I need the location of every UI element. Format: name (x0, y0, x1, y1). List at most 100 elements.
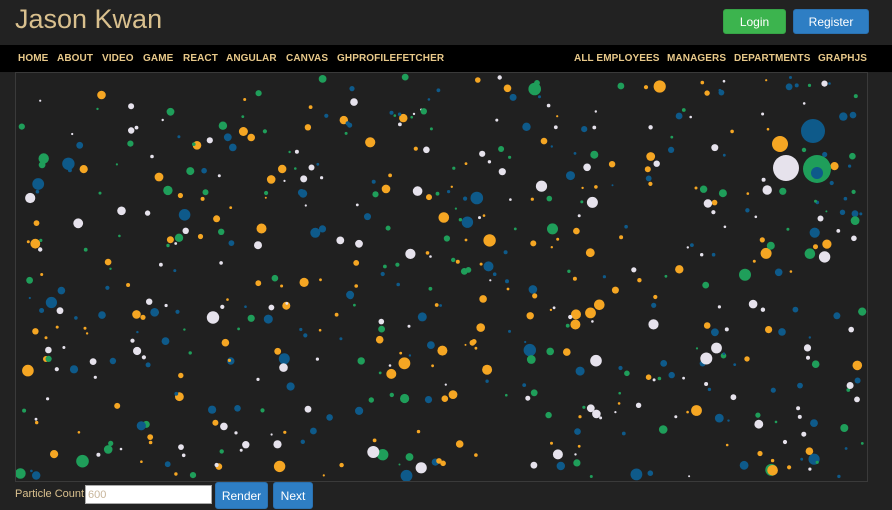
particle (479, 262, 483, 266)
particle (45, 355, 52, 362)
particle (186, 167, 195, 176)
particle (270, 433, 273, 436)
particle (132, 310, 141, 319)
particle (320, 176, 324, 180)
particle (581, 186, 584, 190)
particle (274, 347, 282, 355)
site-brand[interactable]: Jason Kwan (15, 3, 162, 35)
particle (797, 414, 802, 419)
particle (178, 372, 184, 379)
particle (479, 295, 487, 303)
nav-graphjs[interactable]: GRAPHJS (818, 45, 867, 72)
particle (682, 376, 685, 380)
particle (522, 383, 527, 387)
particle (200, 196, 205, 201)
particle (136, 421, 146, 431)
particle (389, 110, 394, 115)
particle (134, 125, 139, 130)
particle (413, 146, 418, 151)
particle (412, 186, 423, 196)
nav-video[interactable]: VIDEO (102, 45, 134, 72)
particle (703, 199, 713, 208)
particle (789, 270, 793, 273)
particle (308, 105, 313, 109)
particle (62, 157, 75, 170)
nav-departments[interactable]: DEPARTMENTS (734, 45, 810, 72)
particle (355, 203, 359, 207)
particle (651, 302, 657, 308)
nav-ghprofilefetcher[interactable]: GHPROFILEFETCHER (337, 45, 444, 72)
nav-managers[interactable]: MANAGERS (667, 45, 726, 72)
particle (686, 246, 689, 249)
register-button[interactable]: Register (793, 9, 869, 34)
particle (760, 307, 766, 312)
nav-game[interactable]: GAME (143, 45, 173, 72)
particle (451, 257, 456, 263)
particle (577, 214, 581, 218)
nav-angular[interactable]: ANGULAR (226, 45, 277, 72)
particle (286, 382, 295, 391)
particle (754, 215, 758, 219)
particle (739, 268, 751, 281)
particle (164, 461, 171, 468)
particle (591, 320, 594, 323)
particle (573, 152, 577, 155)
particle (372, 438, 377, 443)
particle (618, 391, 621, 395)
particle (617, 402, 621, 405)
login-button[interactable]: Login (723, 9, 786, 34)
particle (757, 450, 763, 457)
particle (256, 223, 267, 234)
particle (487, 160, 492, 164)
particle (427, 341, 435, 349)
particle (700, 80, 705, 85)
particle (164, 303, 168, 308)
particle (140, 460, 143, 464)
particle (575, 366, 585, 376)
particle (460, 268, 468, 275)
particle (264, 196, 267, 199)
particle (821, 80, 828, 87)
particle (526, 355, 536, 364)
particle (648, 319, 659, 330)
particle (658, 425, 668, 434)
particle (786, 227, 790, 231)
particle (229, 206, 233, 210)
particle (109, 267, 112, 270)
particle (794, 83, 799, 88)
nav-react[interactable]: REACT (183, 45, 218, 72)
particle (566, 171, 575, 181)
particle-canvas[interactable] (15, 72, 868, 482)
particle (653, 80, 666, 93)
particle (474, 346, 478, 350)
particle (278, 353, 290, 365)
particle (44, 336, 48, 340)
particle (375, 335, 384, 344)
particle (503, 250, 508, 255)
particle-large (773, 155, 799, 181)
particle (39, 308, 45, 313)
particle (505, 279, 509, 284)
particle (304, 124, 312, 131)
particle (810, 419, 818, 427)
particle (397, 112, 402, 116)
particle (410, 115, 414, 119)
particle (221, 338, 230, 347)
particle (177, 135, 181, 139)
particle (201, 167, 207, 174)
render-button[interactable]: Render (215, 482, 268, 509)
particle-large (811, 167, 823, 179)
particle (427, 98, 431, 101)
particle (556, 461, 565, 471)
particle (624, 370, 630, 377)
particle (458, 218, 463, 222)
particle (353, 303, 356, 307)
nav-home[interactable]: HOME (18, 45, 48, 72)
next-button[interactable]: Next (273, 482, 313, 509)
nav-about[interactable]: ABOUT (57, 45, 93, 72)
nav-canvas[interactable]: CANVAS (286, 45, 328, 72)
nav-all-employees[interactable]: ALL EMPLOYEES (574, 45, 660, 72)
particle-count-input[interactable] (85, 485, 212, 504)
particle (371, 179, 376, 184)
particle (114, 402, 121, 409)
